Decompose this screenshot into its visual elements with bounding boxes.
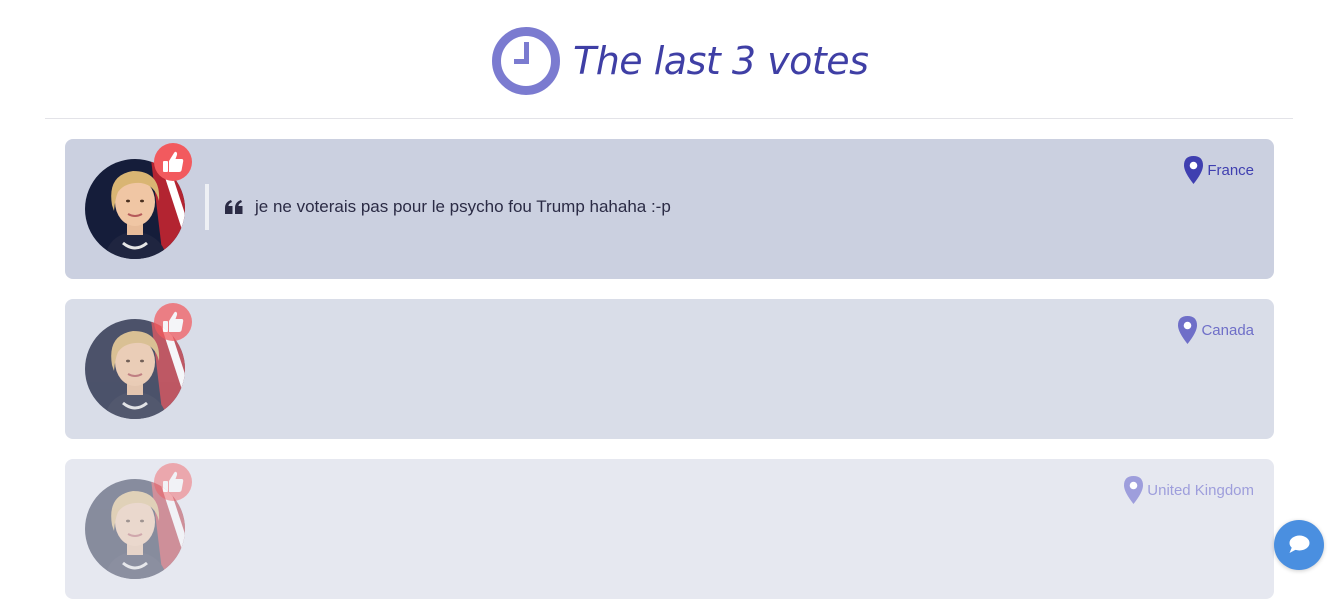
location-label: France: [1207, 161, 1254, 179]
header-divider: [45, 118, 1293, 119]
vote-card: je ne voterais pas pour le psycho fou Tr…: [65, 139, 1274, 279]
vote-comment: je ne voterais pas pour le psycho fou Tr…: [205, 184, 671, 230]
comment-text: je ne voterais pas pour le psycho fou Tr…: [255, 197, 671, 216]
thumbs-up-icon: [163, 151, 184, 172]
vote-location: France: [1184, 156, 1254, 184]
map-pin-icon: [1178, 316, 1198, 344]
vote-location: Canada: [1178, 316, 1254, 344]
location-label: Canada: [1201, 321, 1254, 339]
header-title-group: The last 3 votes: [491, 26, 869, 96]
vote-card: United Kingdom: [65, 459, 1274, 599]
like-badge: [154, 463, 192, 501]
like-badge: [154, 303, 192, 341]
vote-card: Canada: [65, 299, 1274, 439]
location-label: United Kingdom: [1147, 481, 1254, 499]
clock-icon: [492, 27, 560, 95]
chat-bubble-icon: [1289, 535, 1310, 553]
thumbs-up-icon: [163, 311, 184, 332]
quote-icon: [225, 200, 243, 214]
thumbs-up-icon: [163, 471, 184, 492]
chat-button[interactable]: [1274, 520, 1324, 570]
page-title: The last 3 votes: [573, 39, 869, 83]
vote-location: United Kingdom: [1124, 476, 1254, 504]
map-pin-icon: [1124, 476, 1144, 504]
like-badge: [154, 143, 192, 181]
page-header: The last 3 votes: [0, 0, 1340, 118]
map-pin-icon: [1184, 156, 1204, 184]
